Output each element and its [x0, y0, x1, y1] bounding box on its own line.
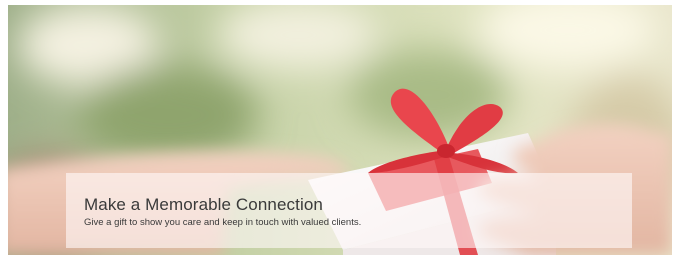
banner-subtitle: Give a gift to show you care and keep in… [84, 217, 362, 228]
banner-caption: Make a Memorable Connection Give a gift … [66, 173, 632, 248]
banner-title: Make a Memorable Connection [84, 195, 323, 214]
gift-banner[interactable]: Make a Memorable Connection Give a gift … [8, 5, 672, 255]
